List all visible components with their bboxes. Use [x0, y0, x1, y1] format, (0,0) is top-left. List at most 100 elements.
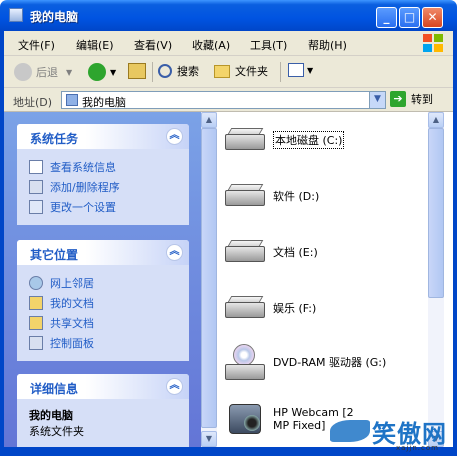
search-icon [158, 64, 172, 78]
windows-logo-icon [423, 34, 445, 53]
scroll-up-icon[interactable]: ▲ [428, 112, 444, 128]
task-label: 查看系统信息 [50, 161, 116, 174]
task-pane-scrollbar[interactable]: ▲ ▼ [201, 112, 217, 447]
minimize-button[interactable]: _ [376, 7, 397, 28]
task-pane: 系统任务 ︽ 查看系统信息 添加/删除程序 更改一个设置 其它位置 ︽ 网上邻居… [4, 112, 201, 447]
drive-list: 本地磁盘 (C:) 软件 (D:) 文档 (E:) 娱乐 (F:) DVD-RA… [217, 112, 428, 447]
place-control-panel[interactable]: 控制面板 [29, 333, 189, 353]
menu-file[interactable]: 文件(F) [18, 37, 55, 53]
fish-logo-icon [330, 420, 370, 442]
place-label: 我的文档 [50, 297, 94, 310]
details-header[interactable]: 详细信息 ︽ [17, 374, 189, 399]
close-button[interactable]: ✕ [422, 7, 443, 28]
address-bar: 地址(D) 我的电脑 ▼ ➔ 转到 [4, 88, 453, 112]
system-info-icon [29, 160, 43, 174]
place-network[interactable]: 网上邻居 [29, 273, 189, 293]
views-dropdown-icon[interactable]: ▼ [307, 66, 313, 75]
maximize-button[interactable]: □ [399, 7, 420, 28]
other-places-title: 其它位置 [30, 248, 79, 262]
my-computer-icon [66, 94, 78, 106]
hard-drive-icon [223, 290, 267, 326]
menu-view[interactable]: 查看(V) [134, 37, 172, 53]
add-remove-icon [29, 180, 43, 194]
other-places-panel: 其它位置 ︽ 网上邻居 我的文档 共享文档 控制面板 [17, 240, 189, 361]
views-button[interactable]: ▼ [288, 63, 313, 77]
window-title: 我的电脑 [30, 10, 79, 24]
other-places-header[interactable]: 其它位置 ︽ [17, 240, 189, 265]
collapse-chevron-icon[interactable]: ︽ [166, 128, 183, 145]
back-arrow-icon [14, 63, 32, 81]
address-dropdown-icon[interactable]: ▼ [369, 92, 385, 108]
scroll-down-icon[interactable]: ▼ [201, 431, 217, 447]
place-shared-documents[interactable]: 共享文档 [29, 313, 189, 333]
window-frame-right [453, 31, 457, 456]
shared-folder-icon [29, 316, 43, 330]
folders-label: 文件夹 [235, 65, 268, 78]
network-icon [29, 276, 43, 290]
forward-dropdown-icon[interactable]: ▼ [110, 68, 116, 77]
system-tasks-header[interactable]: 系统任务 ︽ [17, 124, 189, 149]
details-panel: 详细信息 ︽ 我的电脑 系统文件夹 [17, 374, 189, 447]
address-input[interactable]: 我的电脑 ▼ [61, 91, 386, 109]
menu-bar: 文件(F) 编辑(E) 查看(V) 收藏(A) 工具(T) 帮助(H) [4, 31, 453, 56]
forward-button[interactable]: ▼ [88, 63, 116, 81]
drive-item-c[interactable]: 本地磁盘 (C:) [223, 122, 345, 158]
watermark-url: xajjn.com [396, 444, 439, 452]
hard-drive-icon [223, 234, 267, 270]
settings-icon [29, 200, 43, 214]
go-button[interactable]: ➔ 转到 [390, 91, 433, 107]
drive-label: 本地磁盘 (C:) [273, 131, 345, 149]
scroll-thumb[interactable] [428, 128, 444, 298]
drive-item-f[interactable]: 娱乐 (F:) [223, 290, 316, 326]
hard-drive-icon [223, 122, 267, 158]
place-label: 控制面板 [50, 337, 94, 350]
menu-help[interactable]: 帮助(H) [308, 37, 347, 53]
my-computer-icon [9, 8, 23, 22]
go-arrow-icon: ➔ [390, 91, 406, 107]
details-title: 详细信息 [30, 382, 79, 396]
watermark: 笑傲网 xajjn.com [330, 412, 450, 452]
system-tasks-panel: 系统任务 ︽ 查看系统信息 添加/删除程序 更改一个设置 [17, 124, 189, 225]
task-add-remove-programs[interactable]: 添加/删除程序 [29, 177, 189, 197]
task-change-setting[interactable]: 更改一个设置 [29, 197, 189, 217]
drive-item-e[interactable]: 文档 (E:) [223, 234, 318, 270]
go-label: 转到 [411, 93, 433, 106]
place-my-documents[interactable]: 我的文档 [29, 293, 189, 313]
details-item-name: 我的电脑 [29, 409, 73, 422]
control-panel-icon [29, 336, 43, 350]
collapse-chevron-icon[interactable]: ︽ [166, 378, 183, 395]
menu-edit[interactable]: 编辑(E) [76, 37, 114, 53]
up-folder-button[interactable] [128, 63, 146, 79]
menu-favorites[interactable]: 收藏(A) [192, 37, 230, 53]
webcam-icon [223, 400, 267, 436]
task-view-system-info[interactable]: 查看系统信息 [29, 157, 189, 177]
drive-label: 文档 (E:) [273, 246, 318, 259]
search-label: 搜索 [177, 65, 199, 78]
collapse-chevron-icon[interactable]: ︽ [166, 244, 183, 261]
scroll-thumb[interactable] [201, 128, 217, 428]
system-tasks-title: 系统任务 [30, 132, 79, 146]
scroll-up-icon[interactable]: ▲ [201, 112, 217, 128]
back-label: 后退 [36, 66, 58, 79]
toolbar: 后退 ▼ ▼ 搜索 文件夹 ▼ [4, 56, 453, 88]
drive-label: DVD-RAM 驱动器 (G:) [273, 356, 387, 369]
search-button[interactable]: 搜索 [158, 63, 199, 79]
place-label: 共享文档 [50, 317, 94, 330]
drive-item-g[interactable]: DVD-RAM 驱动器 (G:) [223, 344, 386, 380]
title-bar[interactable]: 我的电脑 _ □ ✕ [0, 0, 457, 31]
address-value: 我的电脑 [82, 96, 126, 109]
back-button[interactable]: 后退 ▼ [14, 63, 72, 81]
drive-item-d[interactable]: 软件 (D:) [223, 178, 319, 214]
folder-icon [214, 64, 230, 78]
drive-list-scrollbar[interactable]: ▲ ▼ [428, 112, 444, 447]
folders-button[interactable]: 文件夹 [214, 63, 268, 79]
forward-arrow-icon [88, 63, 106, 81]
drive-label: 娱乐 (F:) [273, 302, 317, 315]
place-label: 网上邻居 [50, 277, 94, 290]
drive-label: 软件 (D:) [273, 190, 320, 203]
back-dropdown-icon[interactable]: ▼ [66, 68, 72, 77]
task-label: 添加/删除程序 [50, 181, 120, 194]
menu-tools[interactable]: 工具(T) [250, 37, 287, 53]
toolbar-separator [280, 62, 281, 82]
views-icon [288, 63, 304, 77]
